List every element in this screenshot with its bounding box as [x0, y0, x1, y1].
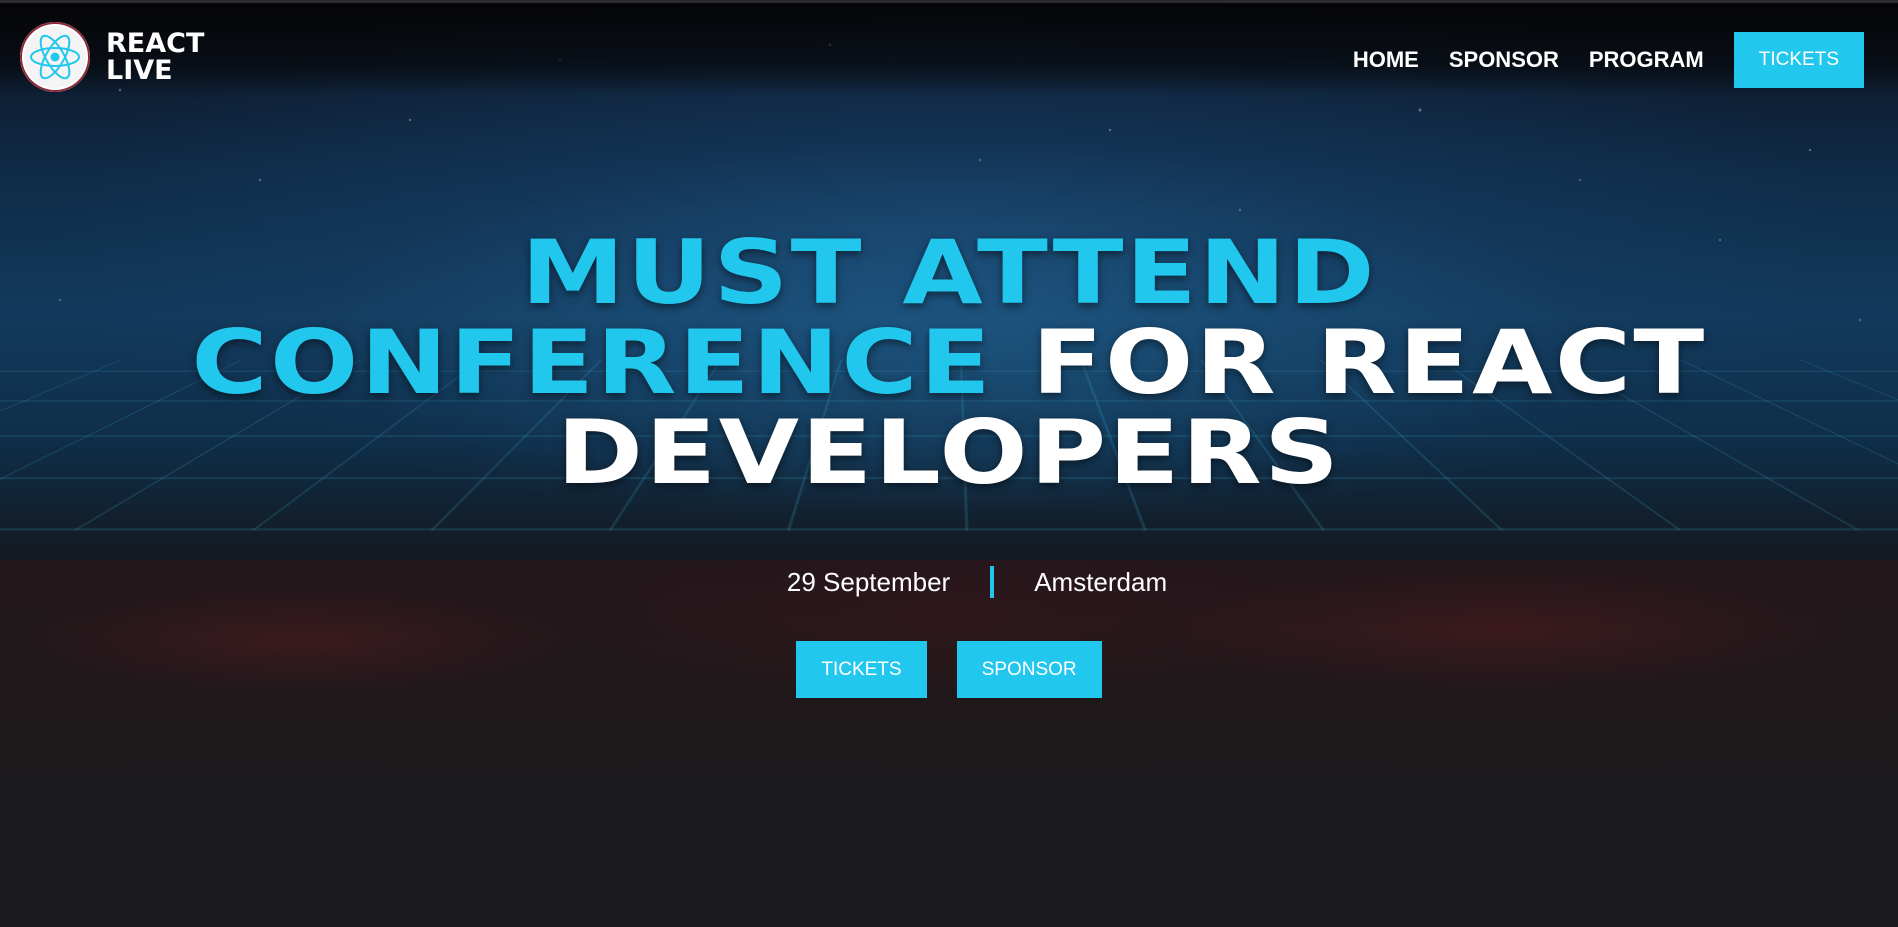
- nav-program-link[interactable]: PROGRAM: [1589, 47, 1704, 73]
- headline-line1: MUST ATTEND: [521, 221, 1377, 324]
- nav-tickets-button[interactable]: TICKETS: [1733, 32, 1864, 88]
- nav-home-link[interactable]: HOME: [1353, 47, 1419, 73]
- audience-background: [0, 560, 1898, 927]
- headline-line2: CONFERENCE FOR REACT: [0, 318, 1898, 408]
- event-date: 29 September: [786, 566, 951, 597]
- logo[interactable]: REACT LIVE: [20, 22, 204, 92]
- hero-headline: MUST ATTEND CONFERENCE FOR REACT DEVELOP…: [0, 228, 1898, 498]
- event-location: Amsterdam: [1034, 566, 1168, 597]
- main-nav: HOME SPONSOR PROGRAM TICKETS: [1353, 32, 1864, 88]
- brand-name: REACT LIVE: [106, 30, 204, 84]
- event-meta: 29 September Amsterdam: [0, 566, 1898, 598]
- meta-divider: [990, 566, 995, 598]
- hero-cta-group: TICKETS SPONSOR: [0, 641, 1898, 698]
- headline-line2-highlight: CONFERENCE: [191, 311, 994, 414]
- tickets-button[interactable]: TICKETS: [796, 641, 927, 698]
- react-atom-icon: [20, 22, 90, 92]
- nav-sponsor-link[interactable]: SPONSOR: [1449, 47, 1559, 73]
- brand-name-line2: LIVE: [106, 55, 173, 86]
- headline-line2-rest: FOR REACT: [993, 311, 1707, 414]
- brand-name-line1: REACT: [106, 28, 205, 59]
- headline-line3: DEVELOPERS: [556, 401, 1342, 504]
- site-header: REACT LIVE HOME SPONSOR PROGRAM TICKETS: [0, 0, 1898, 110]
- page: REACT LIVE HOME SPONSOR PROGRAM TICKETS …: [0, 0, 1898, 927]
- sponsor-button[interactable]: SPONSOR: [956, 641, 1102, 698]
